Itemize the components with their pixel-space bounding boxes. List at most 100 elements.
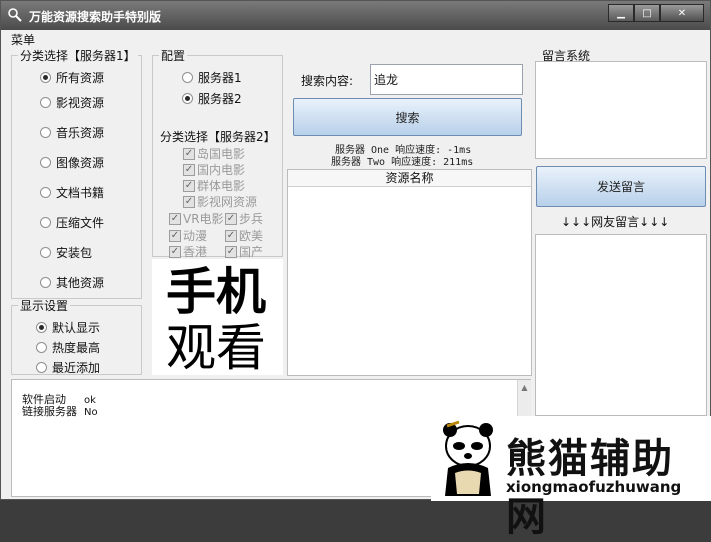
category1-option[interactable]: 图像资源 xyxy=(40,154,104,171)
category2-checkbox-label: 国内电影 xyxy=(197,163,246,177)
window-title: 万能资源搜索助手特别版 xyxy=(29,10,162,24)
category1-option[interactable]: 压缩文件 xyxy=(40,214,104,231)
radio-dot-icon xyxy=(40,247,51,258)
title-bar[interactable]: 万能资源搜索助手特别版 ▁ □ ✕ xyxy=(1,1,710,30)
category1-option[interactable]: 所有资源 xyxy=(40,69,104,86)
category2-checkbox-label: 群体电影 xyxy=(197,179,246,193)
promo-line1: 手机 xyxy=(166,263,266,321)
radio-dot-icon xyxy=(40,277,51,288)
category1-option-label: 压缩文件 xyxy=(56,216,105,230)
menu-item[interactable]: 菜单 xyxy=(11,33,35,47)
category2-checkbox[interactable]: ✓ 动漫 xyxy=(169,227,207,244)
minimize-button[interactable]: ▁ xyxy=(608,4,634,22)
category2-checkbox-label: 香港 xyxy=(183,245,208,259)
checkmark-icon: ✓ xyxy=(169,212,181,225)
messages-divider: ↓↓↓网友留言↓↓↓ xyxy=(561,215,670,229)
log-value: No xyxy=(84,407,98,418)
radio-dot-icon xyxy=(36,362,47,373)
radio-dot-icon xyxy=(40,97,51,108)
category2-checkbox[interactable]: ✓ 步兵 xyxy=(225,210,263,227)
log-content: 软件启动 ok 链接服务器 No xyxy=(22,394,98,418)
display-option-label: 最近添加 xyxy=(52,361,101,375)
category2-checkbox[interactable]: ✓ 欧美 xyxy=(225,227,263,244)
category2-title: 分类选择【服务器2】 xyxy=(160,130,276,144)
category2-checkbox-label: 影视网资源 xyxy=(197,195,258,209)
radio-dot-icon xyxy=(182,93,193,104)
display-legend: 显示设置 xyxy=(20,299,69,313)
category1-option[interactable]: 安装包 xyxy=(40,244,92,261)
send-message-button[interactable]: 发送留言 xyxy=(536,166,706,207)
category2-checkbox[interactable]: ✓ 香港 xyxy=(169,243,207,260)
checkmark-icon: ✓ xyxy=(183,163,195,176)
checkmark-icon: ✓ xyxy=(183,195,195,208)
search-input[interactable]: 追龙 xyxy=(370,64,523,95)
radio-dot-icon xyxy=(40,217,51,228)
log-value: ok xyxy=(84,395,96,406)
menu-bar: 菜单 xyxy=(3,31,35,47)
category2-checkbox[interactable]: ✓ 国内电影 xyxy=(183,161,245,178)
category1-option-label: 图像资源 xyxy=(56,156,105,170)
display-option-label: 默认显示 xyxy=(52,321,101,335)
maximize-button[interactable]: □ xyxy=(634,4,660,22)
category2-checkbox-label: 国产 xyxy=(239,245,264,259)
promo-line2: 观看 xyxy=(166,319,266,377)
category2-checkbox[interactable]: ✓ VR电影 xyxy=(169,210,224,227)
log-row: 链接服务器 No xyxy=(22,406,98,418)
server-option-label: 服务器2 xyxy=(198,92,242,106)
search-label: 搜索内容: xyxy=(301,74,354,88)
category1-option[interactable]: 音乐资源 xyxy=(40,124,104,141)
scroll-up-icon[interactable]: ▲ xyxy=(518,381,531,394)
category2-checkbox[interactable]: ✓ 国产 xyxy=(225,243,263,260)
category1-option-label: 音乐资源 xyxy=(56,126,105,140)
search-button[interactable]: 搜索 xyxy=(293,98,522,136)
checkmark-icon: ✓ xyxy=(183,147,195,160)
category2-checkbox[interactable]: ✓ 岛国电影 xyxy=(183,145,245,162)
radio-dot-icon xyxy=(40,157,51,168)
window-controls: ▁ □ ✕ xyxy=(608,4,704,22)
category1-option[interactable]: 文档书籍 xyxy=(40,184,104,201)
display-option-label: 热度最高 xyxy=(52,341,101,355)
message-input[interactable] xyxy=(535,61,707,159)
promo-panel: 手机 观看 xyxy=(152,259,283,375)
config-legend: 配置 xyxy=(161,49,186,63)
checkmark-icon: ✓ xyxy=(183,179,195,192)
magnifier-app-icon xyxy=(8,8,22,22)
radio-dot-icon xyxy=(36,322,47,333)
checkmark-icon: ✓ xyxy=(225,245,237,258)
category2-checkbox-label: 步兵 xyxy=(239,212,264,226)
close-button[interactable]: ✕ xyxy=(660,4,704,22)
category1-option-label: 文档书籍 xyxy=(56,186,105,200)
radio-dot-icon xyxy=(40,72,51,83)
app-window: 万能资源搜索助手特别版 ▁ □ ✕ 菜单 分类选择【服务器1】 显示设置 配置 … xyxy=(0,0,711,540)
category1-option[interactable]: 其他资源 xyxy=(40,274,104,291)
display-option[interactable]: 最近添加 xyxy=(36,359,100,376)
category1-option[interactable]: 影视资源 xyxy=(40,94,104,111)
display-option[interactable]: 热度最高 xyxy=(36,339,100,356)
category1-option-label: 其他资源 xyxy=(56,276,105,290)
checkmark-icon: ✓ xyxy=(169,245,181,258)
results-list[interactable]: 资源名称 xyxy=(287,169,532,376)
checkmark-icon: ✓ xyxy=(225,212,237,225)
category1-legend: 分类选择【服务器1】 xyxy=(20,49,136,63)
category2-checkbox-label: 欧美 xyxy=(239,229,264,243)
category1-option-label: 安装包 xyxy=(56,246,93,260)
category2-checkbox[interactable]: ✓ 影视网资源 xyxy=(183,193,257,210)
server-option[interactable]: 服务器1 xyxy=(182,69,242,86)
server-option[interactable]: 服务器2 xyxy=(182,90,242,107)
radio-dot-icon xyxy=(40,127,51,138)
brand-url: xiongmaofuzhuwang xyxy=(506,478,682,496)
messages-list[interactable] xyxy=(535,234,707,416)
checkmark-icon: ✓ xyxy=(169,229,181,242)
category1-option-label: 所有资源 xyxy=(56,71,105,85)
server-two-speed: 服务器 Two 响应速度: 211ms xyxy=(331,157,474,168)
server-option-label: 服务器1 xyxy=(198,71,242,85)
category2-checkbox[interactable]: ✓ 群体电影 xyxy=(183,177,245,194)
results-header-name[interactable]: 资源名称 xyxy=(288,170,531,187)
checkmark-icon: ✓ xyxy=(225,229,237,242)
display-option[interactable]: 默认显示 xyxy=(36,319,100,336)
category2-checkbox-label: 岛国电影 xyxy=(197,147,246,161)
radio-dot-icon xyxy=(40,187,51,198)
radio-dot-icon xyxy=(182,72,193,83)
panda-icon xyxy=(443,420,493,496)
log-key: 链接服务器 xyxy=(22,405,77,418)
